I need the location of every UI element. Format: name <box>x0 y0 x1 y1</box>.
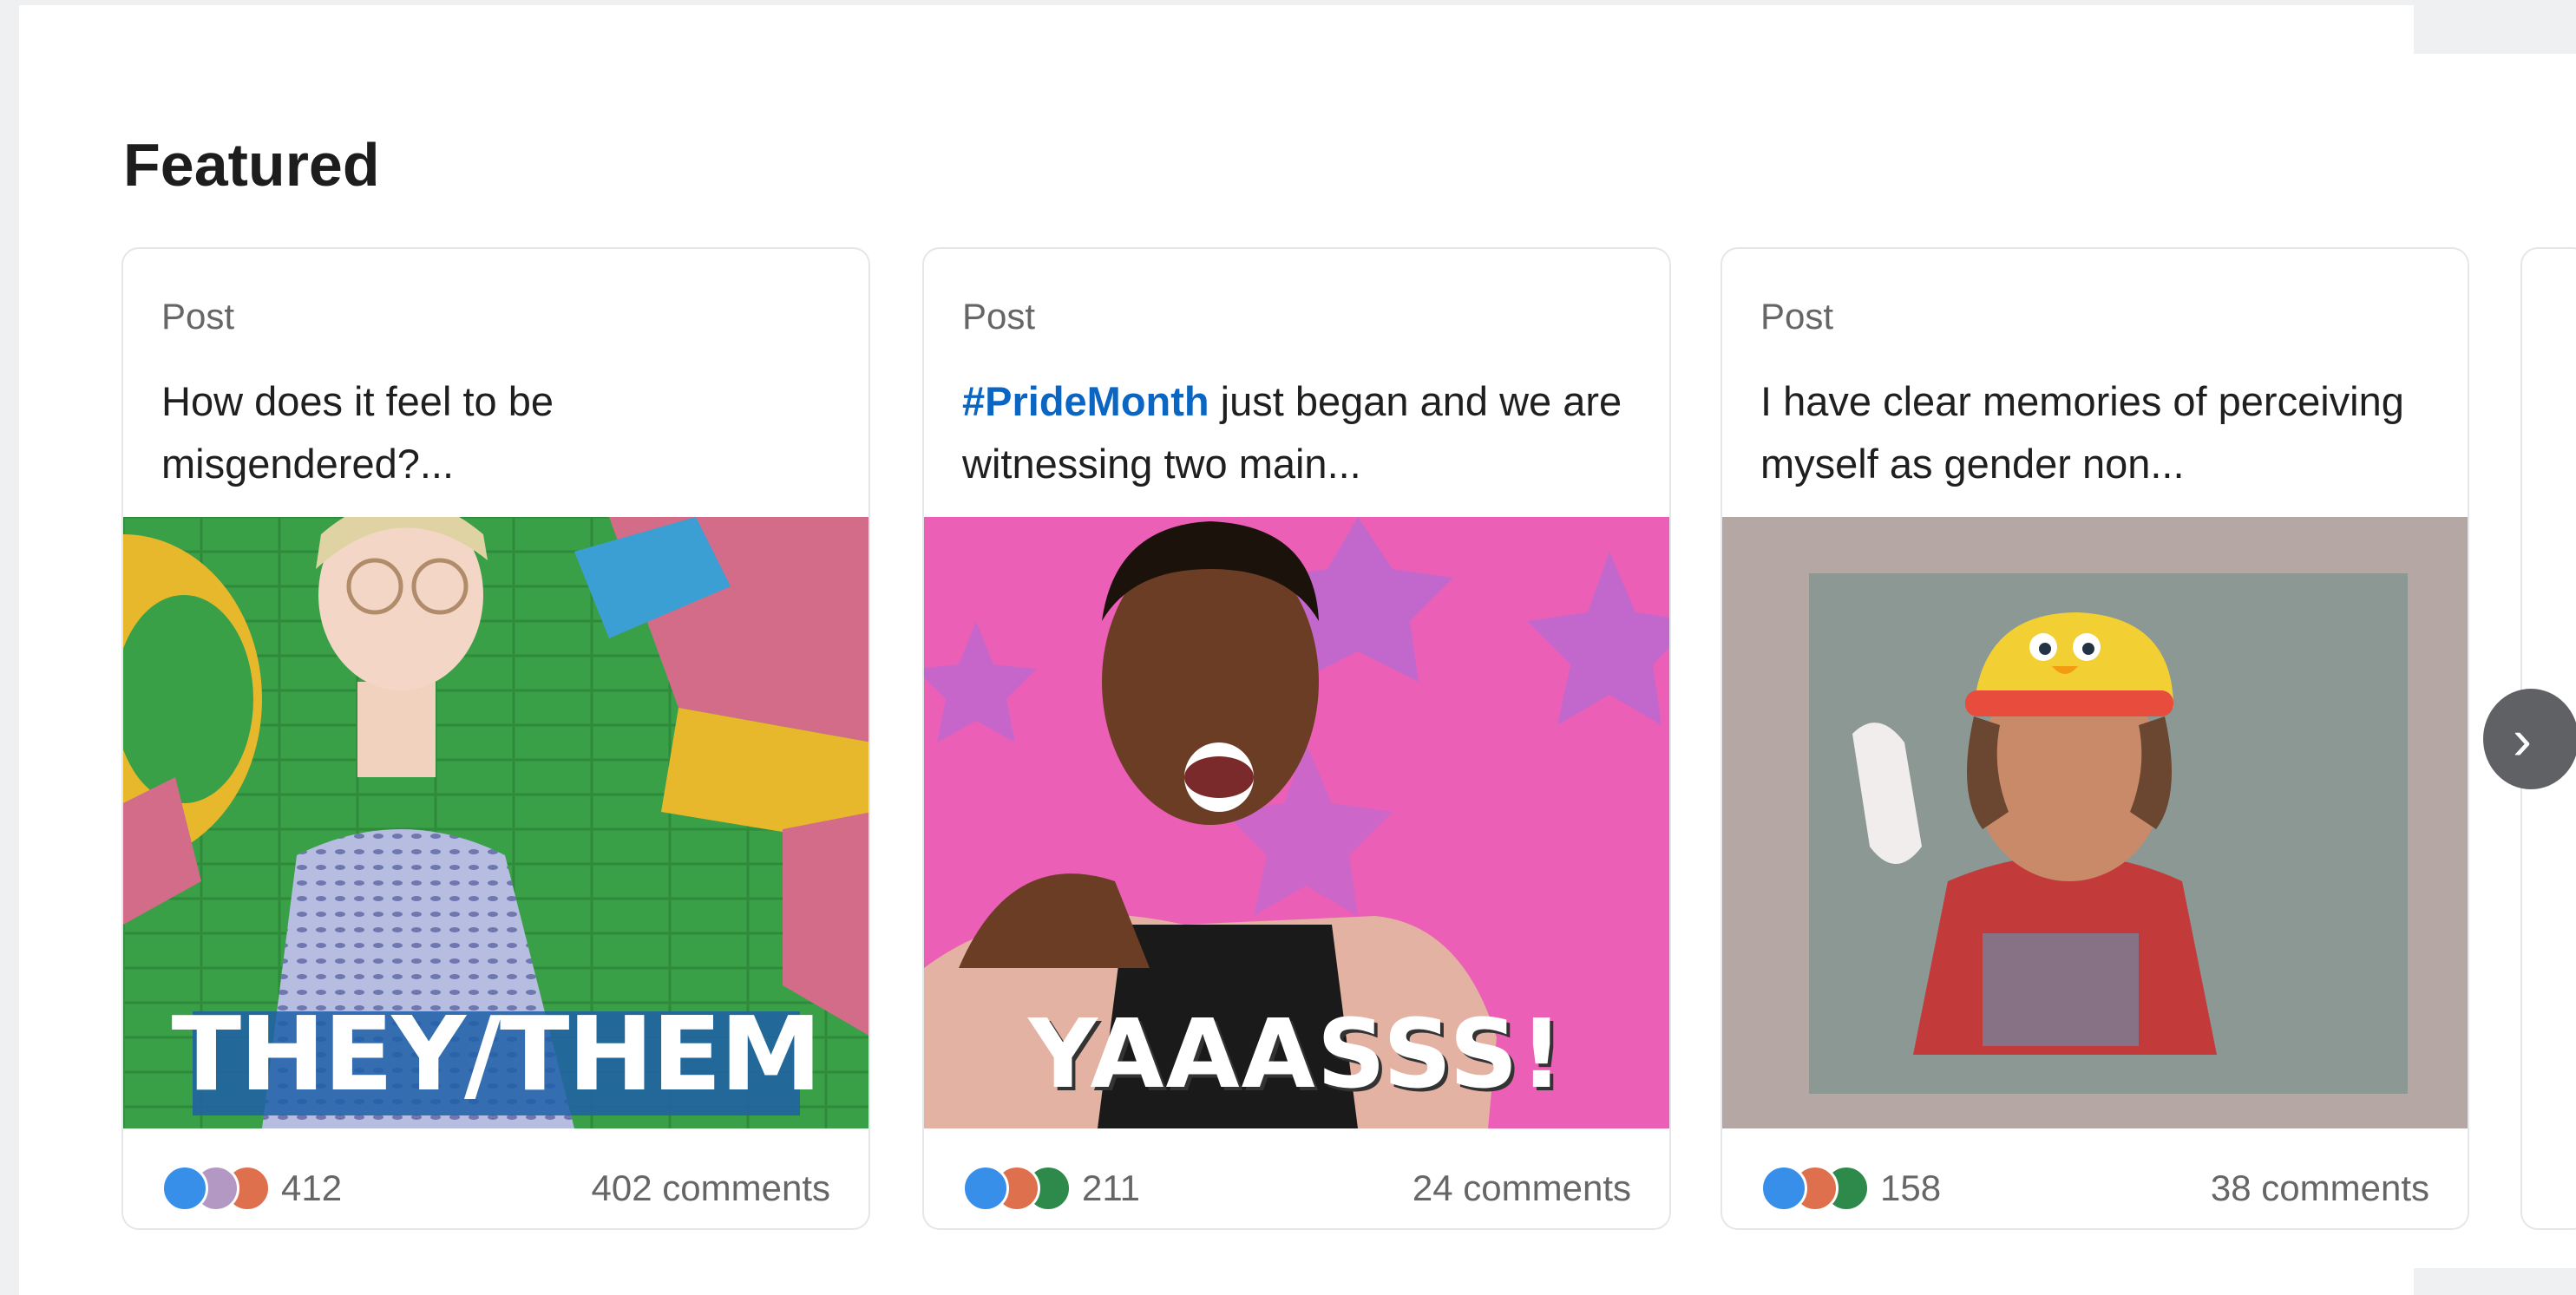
comment-count[interactable]: 38 comments <box>2211 1167 2429 1209</box>
card-type-label: Post <box>962 296 1036 337</box>
post-image[interactable]: THEY/THEM <box>123 517 868 1128</box>
post-image[interactable]: YAAASSS! <box>924 517 1669 1128</box>
featured-card[interactable]: Post I have clear memories of perceiving… <box>1721 247 2469 1230</box>
like-reaction-icon <box>1760 1165 1807 1212</box>
reaction-count: 412 <box>281 1167 343 1208</box>
section-title: Featured <box>123 131 380 199</box>
like-reaction-icon <box>161 1165 208 1212</box>
hashtag-link[interactable]: #PrideMonth <box>962 378 1209 424</box>
post-text: I have clear memories of perceiving myse… <box>1760 378 2404 487</box>
reactions[interactable]: 412 <box>161 1165 342 1212</box>
post-text: How does it feel to be misgendered?... <box>161 378 554 487</box>
social-counts: 211 24 comments <box>962 1162 1631 1214</box>
reactions[interactable]: 211 <box>962 1165 1140 1212</box>
comment-count[interactable]: 402 comments <box>592 1167 830 1209</box>
post-snippet[interactable]: How does it feel to be misgendered?... <box>161 370 834 495</box>
like-reaction-icon <box>962 1165 1009 1212</box>
chevron-right-icon[interactable]: › <box>2483 689 2576 789</box>
post-snippet[interactable]: #PrideMonth just began and we are witnes… <box>962 370 1635 495</box>
post-snippet[interactable]: I have clear memories of perceiving myse… <box>1760 370 2433 495</box>
image-caption: THEY/THEM <box>171 994 823 1114</box>
reaction-count: 211 <box>1082 1167 1140 1208</box>
image-caption: YAAASSS! <box>1028 998 1565 1109</box>
social-counts: 412 402 comments <box>161 1162 830 1214</box>
post-image[interactable] <box>1722 517 2468 1128</box>
social-counts: 158 38 comments <box>1760 1162 2429 1214</box>
reactions[interactable]: 158 <box>1760 1165 1941 1212</box>
card-type-label: Post <box>161 296 235 337</box>
card-type-label: Post <box>1760 296 1834 337</box>
comment-count[interactable]: 24 comments <box>1413 1167 1631 1209</box>
featured-card[interactable]: Post #PrideMonth just began and we are w… <box>922 247 1671 1230</box>
image-childhood-photo <box>1722 517 2468 1128</box>
featured-card[interactable]: Post How does it feel to be misgendered?… <box>121 247 870 1230</box>
reaction-count: 158 <box>1880 1167 1942 1208</box>
